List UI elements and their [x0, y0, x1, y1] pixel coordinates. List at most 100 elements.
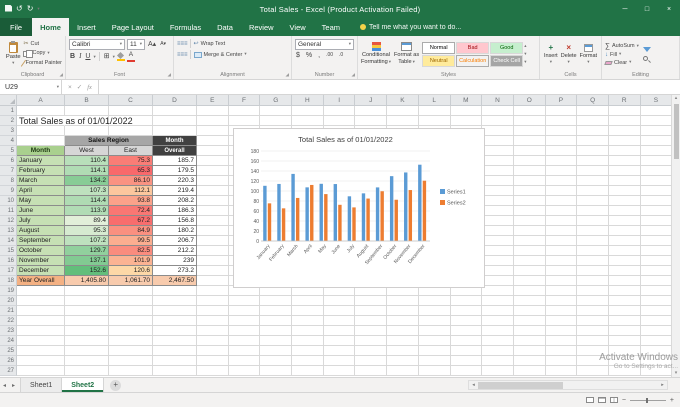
borders-icon[interactable]: ⊞ [103, 53, 111, 60]
cell-a21[interactable] [17, 306, 65, 316]
cell-p20[interactable] [545, 296, 578, 306]
cell-g27[interactable] [260, 366, 293, 376]
column-header-n[interactable]: N [482, 95, 514, 105]
cell-l23[interactable] [418, 326, 451, 336]
cell-q24[interactable] [577, 336, 609, 346]
row-header-15[interactable]: 15 [0, 246, 17, 256]
cell-s10[interactable] [640, 196, 673, 206]
cell-p22[interactable] [545, 316, 578, 326]
cell-j27[interactable] [355, 366, 388, 376]
cell-o7[interactable] [513, 166, 546, 176]
cell-n10[interactable] [482, 196, 514, 206]
cell-e16[interactable] [197, 256, 229, 266]
cell-a13[interactable]: August [17, 226, 65, 236]
column-header-k[interactable]: K [387, 95, 419, 105]
cell-o26[interactable] [513, 356, 546, 366]
column-header-i[interactable]: I [324, 95, 356, 105]
cell-g26[interactable] [260, 356, 293, 366]
cell-o5[interactable] [513, 146, 546, 156]
cell-s27[interactable] [640, 366, 673, 376]
cell-q25[interactable] [577, 346, 609, 356]
cell-f24[interactable] [228, 336, 261, 346]
cell-b5[interactable]: West [65, 146, 109, 156]
ribbon-tab-team[interactable]: Team [314, 18, 348, 36]
merge-center-button[interactable]: Merge & Center ▾ [193, 51, 247, 58]
cell-m2[interactable] [450, 116, 483, 126]
row-header-16[interactable]: 16 [0, 256, 17, 266]
cell-k2[interactable] [387, 116, 419, 126]
cell-b20[interactable] [65, 296, 109, 306]
cell-b13[interactable]: 95.3 [65, 226, 109, 236]
cell-o14[interactable] [513, 236, 546, 246]
cell-n23[interactable] [482, 326, 514, 336]
cell-q7[interactable] [577, 166, 609, 176]
cell-n6[interactable] [482, 156, 514, 166]
cell-g23[interactable] [260, 326, 293, 336]
cell-q20[interactable] [577, 296, 609, 306]
page-break-view-icon[interactable] [609, 397, 618, 403]
ribbon-tab-data[interactable]: Data [209, 18, 241, 36]
close-button[interactable]: × [658, 0, 680, 18]
cell-d23[interactable] [153, 326, 197, 336]
delete-cells-button[interactable]: × Delete ▾ [561, 43, 577, 65]
formula-input[interactable] [98, 80, 680, 94]
cell-n22[interactable] [482, 316, 514, 326]
cell-b12[interactable]: 89.4 [65, 216, 109, 226]
cell-p13[interactable] [545, 226, 578, 236]
cell-o21[interactable] [513, 306, 546, 316]
cell-n12[interactable] [482, 216, 514, 226]
row-header-10[interactable]: 10 [0, 196, 17, 206]
column-header-r[interactable]: R [609, 95, 641, 105]
column-header-p[interactable]: P [546, 95, 578, 105]
cell-e3[interactable] [197, 126, 229, 136]
cell-n15[interactable] [482, 246, 514, 256]
cell-s2[interactable] [640, 116, 673, 126]
cell-n17[interactable] [482, 266, 514, 276]
horizontal-align-buttons[interactable]: ≡ ≡ ≡ [177, 52, 187, 58]
cell-s6[interactable] [640, 156, 673, 166]
name-box[interactable]: U29 ▾ [0, 80, 62, 94]
ribbon-tab-page-layout[interactable]: Page Layout [104, 18, 162, 36]
cut-button[interactable]: ✂ Cut [23, 41, 62, 47]
cell-e13[interactable] [197, 226, 229, 236]
font-size-select[interactable]: 11 ▾ [127, 39, 145, 50]
cell-b23[interactable] [65, 326, 109, 336]
cell-p7[interactable] [545, 166, 578, 176]
cell-c24[interactable] [109, 336, 153, 346]
cell-b11[interactable]: 113.9 [65, 206, 109, 216]
column-header-m[interactable]: M [451, 95, 483, 105]
cell-r26[interactable] [608, 356, 641, 366]
cell-f2[interactable] [228, 116, 261, 126]
cell-a12[interactable]: July [17, 216, 65, 226]
cell-c9[interactable]: 112.1 [109, 186, 153, 196]
bold-button[interactable]: B [69, 53, 76, 60]
cell-f20[interactable] [228, 296, 261, 306]
percent-format-button[interactable]: % [305, 52, 313, 59]
cell-b19[interactable] [65, 286, 109, 296]
cell-s4[interactable] [640, 136, 673, 146]
cell-f26[interactable] [228, 356, 261, 366]
cell-g21[interactable] [260, 306, 293, 316]
cell-c26[interactable] [109, 356, 153, 366]
cell-n14[interactable] [482, 236, 514, 246]
cell-p27[interactable] [545, 366, 578, 376]
cell-e2[interactable] [197, 116, 229, 126]
chevron-down-icon[interactable]: ▾ [113, 54, 115, 60]
cell-q13[interactable] [577, 226, 609, 236]
fill-color-icon[interactable] [116, 52, 125, 62]
italic-button[interactable]: I [78, 53, 82, 60]
cell-c19[interactable] [109, 286, 153, 296]
cell-h23[interactable] [292, 326, 324, 336]
cell-s8[interactable] [640, 176, 673, 186]
cell-j23[interactable] [355, 326, 388, 336]
autosum-button[interactable]: ∑ AutoSum ▾ [605, 43, 639, 50]
cell-d10[interactable]: 208.2 [153, 196, 197, 206]
cell-b16[interactable]: 137.1 [65, 256, 109, 266]
row-header-26[interactable]: 26 [0, 356, 17, 366]
cell-r11[interactable] [608, 206, 641, 216]
column-header-g[interactable]: G [260, 95, 293, 105]
cell-h27[interactable] [292, 366, 324, 376]
cell-h2[interactable] [292, 116, 324, 126]
cell-l25[interactable] [418, 346, 451, 356]
comma-format-button[interactable]: , [317, 52, 321, 59]
